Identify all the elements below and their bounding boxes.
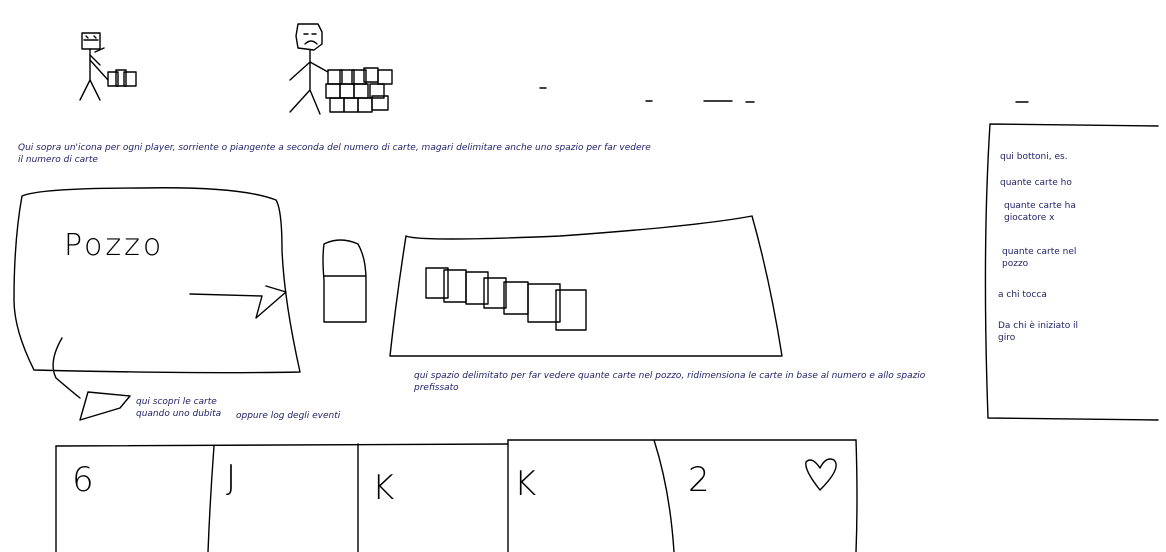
player-placeholder-dashes	[539, 87, 1029, 103]
event-log-note: oppure log degli eventi	[236, 411, 341, 421]
player-1-icon	[79, 32, 137, 101]
hand-card-2[interactable]: J	[214, 446, 358, 552]
button-my-card-count[interactable]: quante carte ho	[1000, 177, 1140, 189]
card-value: K	[514, 464, 537, 504]
hand-card-1[interactable]: 6	[56, 446, 214, 552]
pozzo-cards-sketch	[425, 267, 587, 331]
discover-cards-note: qui scopri le carte quando uno dubita	[136, 397, 222, 419]
hand-card-4[interactable]: K	[508, 440, 658, 552]
card-value: 6	[72, 460, 94, 500]
pozzo-title: Pozzo	[64, 228, 165, 263]
hand-card-5[interactable]: 2	[660, 440, 856, 552]
pozzo-box	[13, 187, 301, 374]
button-whose-turn[interactable]: a chi tocca	[998, 289, 1118, 301]
single-card-sketch	[322, 239, 367, 323]
side-panel-frame	[984, 123, 1159, 421]
button-round-starter[interactable]: Da chi è iniziato il giro	[998, 320, 1098, 344]
hand-card-3[interactable]: K	[358, 444, 508, 552]
card-value: J	[226, 458, 237, 498]
side-panel-intro: qui bottoni, es.	[1000, 152, 1068, 162]
player-2-icon	[289, 23, 393, 115]
button-pozzo-card-count[interactable]: quante carte nel pozzo	[1002, 246, 1098, 270]
players-icons-note: Qui sopra un'icona per ogni player, sorr…	[18, 143, 651, 165]
card-value: K	[372, 468, 395, 508]
pozzo-space-note: qui spazio delimitato per far vedere qua…	[414, 371, 926, 393]
pozzo-display-area	[389, 215, 783, 357]
button-player-card-count[interactable]: quante carte ha giocatore x	[1004, 200, 1100, 224]
reveal-arrow-shape	[79, 391, 131, 421]
card-value: 2	[688, 460, 710, 500]
